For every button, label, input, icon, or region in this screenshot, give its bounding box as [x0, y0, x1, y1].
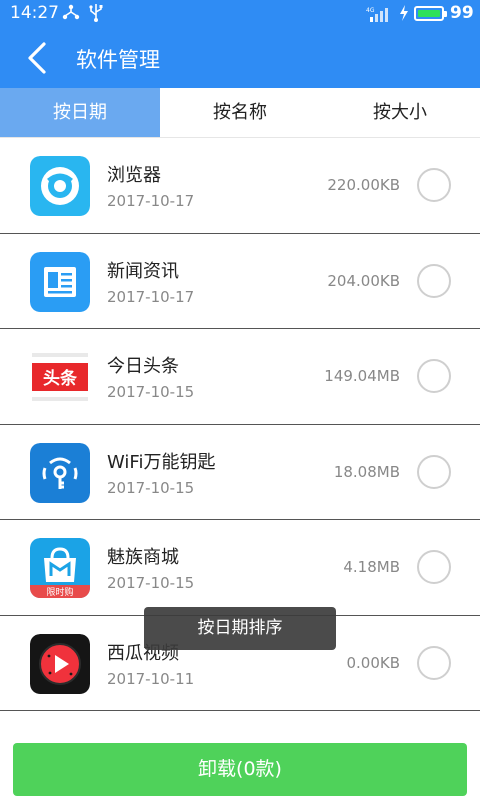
- svg-text:4G: 4G: [366, 7, 375, 14]
- tab-sort-by-size[interactable]: 按大小: [320, 88, 480, 137]
- app-size: 0.00KB: [346, 653, 400, 672]
- select-radio[interactable]: [417, 168, 451, 202]
- app-name: 新闻资讯: [107, 260, 179, 282]
- app-name: 魅族商城: [107, 547, 179, 568]
- charging-icon: [398, 4, 410, 26]
- app-size: 149.04MB: [324, 367, 400, 385]
- wifi-key-icon: [30, 442, 90, 503]
- select-radio[interactable]: [417, 454, 451, 489]
- toutiao-icon: 头条: [30, 347, 90, 407]
- sort-toast: 按日期排序: [144, 607, 336, 650]
- app-date: 2017-10-15: [107, 383, 195, 401]
- app-name: WiFi万能钥匙: [107, 451, 216, 473]
- app-date: 2017-10-17: [107, 192, 195, 210]
- select-radio[interactable]: [417, 550, 451, 584]
- app-size: 4.18MB: [343, 558, 400, 576]
- select-radio[interactable]: [417, 645, 451, 680]
- select-radio[interactable]: [417, 263, 451, 298]
- app-name: 浏览器: [107, 165, 161, 186]
- status-time: 14:27: [10, 3, 59, 23]
- app-date: 2017-10-11: [107, 669, 195, 688]
- tab-sort-by-date[interactable]: 按日期: [0, 88, 160, 137]
- back-button[interactable]: [20, 38, 60, 78]
- app-date: 2017-10-17: [107, 287, 195, 306]
- app-size: 18.08MB: [333, 462, 400, 481]
- browser-icon: [30, 156, 90, 216]
- title-bar: 软件管理: [0, 28, 480, 88]
- uninstall-button[interactable]: 卸载(0款): [13, 743, 467, 796]
- list-item[interactable]: 头条 今日头条 2017-10-15 149.04MB: [0, 329, 480, 425]
- chevron-left-icon: [28, 42, 46, 74]
- signal-icon: 4G: [366, 7, 388, 22]
- tab-sort-by-name[interactable]: 按名称: [160, 88, 320, 137]
- battery-icon: [414, 6, 447, 21]
- status-bar: 14:27 4G 99: [0, 0, 480, 28]
- list-item[interactable]: WiFi万能钥匙 2017-10-15 18.08MB: [0, 424, 480, 520]
- list-item[interactable]: 限时购 魅族商城 2017-10-15 4.18MB: [0, 520, 480, 616]
- battery-percent: 99: [450, 3, 474, 23]
- bottom-bar: 卸载(0款): [0, 733, 480, 800]
- app-size: 204.00KB: [327, 271, 400, 290]
- app-date: 2017-10-15: [107, 478, 195, 497]
- list-item[interactable]: 新闻资讯 2017-10-17 204.00KB: [0, 233, 480, 329]
- meizu-mall-icon: 限时购: [30, 538, 90, 598]
- usb-icon: [88, 3, 104, 27]
- app-date: 2017-10-15: [107, 574, 195, 592]
- app-size: 220.00KB: [327, 176, 400, 194]
- page-title: 软件管理: [76, 48, 160, 72]
- news-icon: [30, 251, 90, 312]
- svg-text:限时购: 限时购: [46, 586, 73, 598]
- xigua-video-icon: [30, 633, 90, 694]
- sort-tabs: 按日期 按名称 按大小: [0, 88, 480, 138]
- svg-text:头条: 头条: [43, 368, 78, 389]
- app-name: 今日头条: [107, 356, 179, 377]
- list-item[interactable]: 浏览器 2017-10-17 220.00KB: [0, 138, 480, 234]
- share-icon: [62, 3, 80, 25]
- select-radio[interactable]: [417, 359, 451, 393]
